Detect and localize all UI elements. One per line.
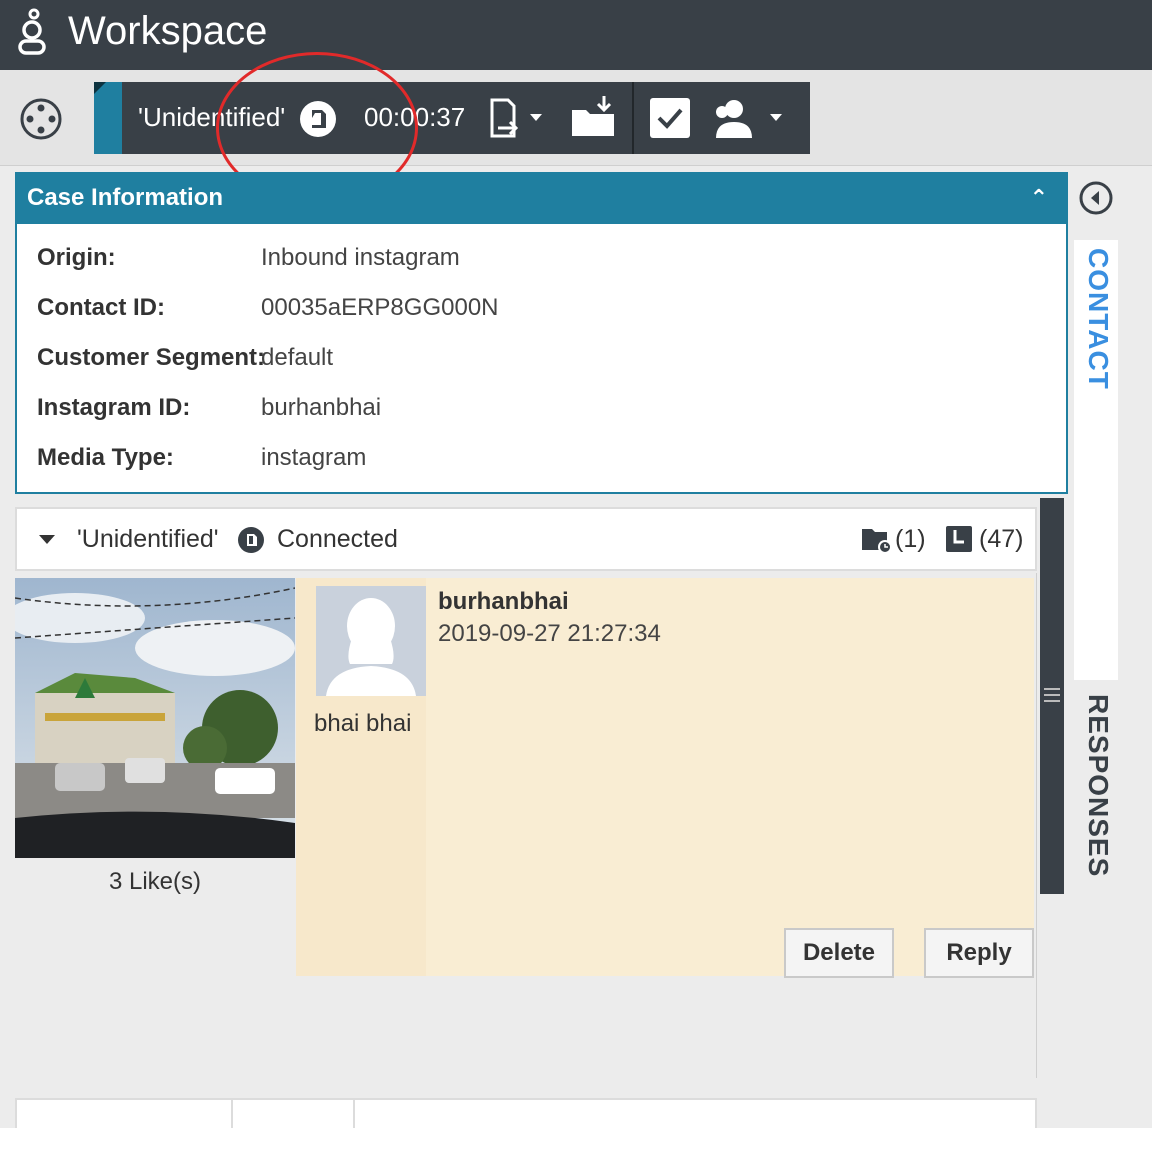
collapse-chevron-icon[interactable]: ⌃	[1030, 174, 1048, 222]
interaction-name[interactable]: 'Unidentified'	[138, 102, 285, 133]
consult-party-icon[interactable]	[712, 96, 788, 140]
collapse-side-panel-icon[interactable]	[1078, 180, 1114, 216]
case-information-panel: Case Information ⌃ Origin: Inbound instag…	[15, 172, 1068, 494]
post-likes: 3 Like(s)	[108, 868, 202, 895]
splitter-grip-icon[interactable]	[1044, 688, 1060, 702]
case-field-label: Media Type:	[37, 444, 174, 471]
tab-contact-label: CONTACT	[1083, 248, 1114, 390]
case-field-origin: Origin: Inbound instagram	[37, 244, 460, 272]
tab-responses-label: RESPONSES	[1083, 694, 1114, 878]
right-side-rail: CONTACT RESPONSES	[1070, 170, 1152, 1162]
case-field-label: Instagram ID:	[37, 394, 191, 421]
case-information-header[interactable]: Case Information ⌃	[17, 174, 1066, 224]
toolbar: 'Unidentified' 00:00:37	[0, 70, 1152, 166]
comment-item: burhanbhai 2019-09-27 21:27:34 bhai bhai…	[296, 578, 1034, 978]
case-field-label: Contact ID:	[37, 294, 165, 321]
move-to-workbin-icon[interactable]	[570, 94, 618, 138]
case-field-contact-id: Contact ID: 00035aERP8GG000N	[37, 294, 499, 322]
conversation-status: Connected	[277, 525, 398, 553]
comment-author: burhanbhai	[438, 588, 569, 615]
post-photo	[15, 578, 295, 858]
conversation-party-name: 'Unidentified'	[77, 525, 219, 553]
conversation-header: 'Unidentified' Connected (1) (47)	[15, 507, 1037, 571]
reply-button[interactable]: Reply	[924, 928, 1034, 978]
title-bar: Workspace	[0, 0, 1152, 70]
case-field-value: default	[261, 344, 334, 371]
avatar	[316, 586, 426, 696]
case-information-title: Case Information	[27, 184, 224, 211]
transfer-icon[interactable]	[484, 96, 550, 140]
tab-contact[interactable]: CONTACT	[1074, 240, 1118, 680]
app-title: Workspace	[68, 9, 268, 53]
comment-timestamp: 2019-09-27 21:27:34	[438, 620, 661, 647]
case-field-media-type: Media Type: instagram	[37, 444, 366, 472]
case-field-value: 00035aERP8GG000N	[261, 294, 499, 321]
case-field-value: Inbound instagram	[261, 244, 460, 271]
global-channels-icon[interactable]	[18, 96, 64, 142]
instagram-media-icon	[238, 527, 264, 553]
comment-text: bhai bhai	[314, 710, 412, 737]
history-icon[interactable]	[945, 525, 973, 553]
case-folder-icon[interactable]	[861, 525, 893, 555]
panel-splitter[interactable]	[1040, 498, 1064, 894]
default-avatar-icon	[316, 586, 426, 696]
delete-button[interactable]: Delete	[784, 928, 894, 978]
case-field-instagram-id: Instagram ID: burhanbhai	[37, 394, 381, 422]
case-field-label: Customer Segment:	[37, 344, 266, 371]
history-count[interactable]: (47)	[979, 525, 1023, 554]
interaction-bar[interactable]: 'Unidentified' 00:00:37	[94, 82, 810, 154]
bottom-panel	[0, 1128, 1152, 1162]
case-field-value: burhanbhai	[261, 394, 382, 421]
instagram-post-image[interactable]	[15, 578, 295, 858]
instagram-media-icon	[300, 101, 336, 137]
case-folder-count[interactable]: (1)	[895, 525, 926, 554]
genesys-logo-icon	[18, 8, 46, 55]
mark-done-icon[interactable]	[648, 96, 692, 140]
interaction-stripe	[94, 82, 122, 154]
tab-responses[interactable]: RESPONSES	[1074, 690, 1118, 890]
expand-caret-icon[interactable]	[39, 535, 55, 544]
case-field-customer-segment: Customer Segment:default	[37, 344, 333, 372]
case-field-value: instagram	[261, 444, 367, 471]
interaction-timer: 00:00:37	[364, 102, 466, 132]
toolbar-divider	[632, 82, 634, 154]
case-field-label: Origin:	[37, 244, 116, 271]
